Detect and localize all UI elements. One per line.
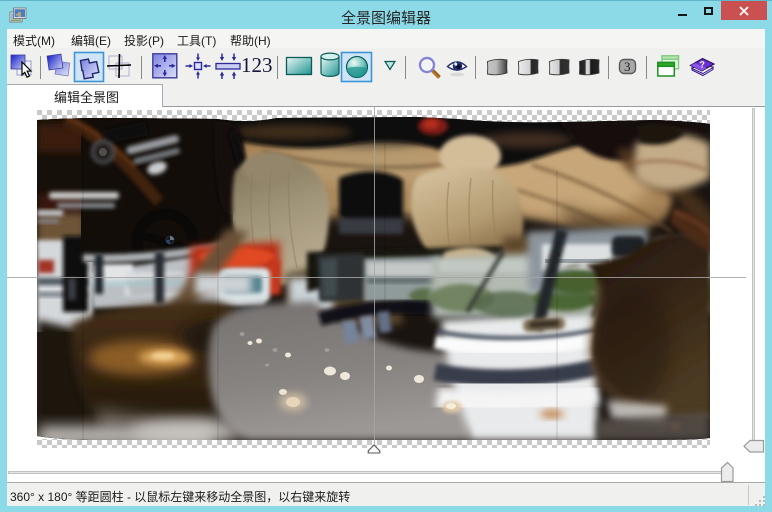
svg-text:3: 3 [624, 59, 631, 74]
svg-text:123: 123 [241, 53, 273, 77]
svg-text:?: ? [699, 59, 705, 69]
